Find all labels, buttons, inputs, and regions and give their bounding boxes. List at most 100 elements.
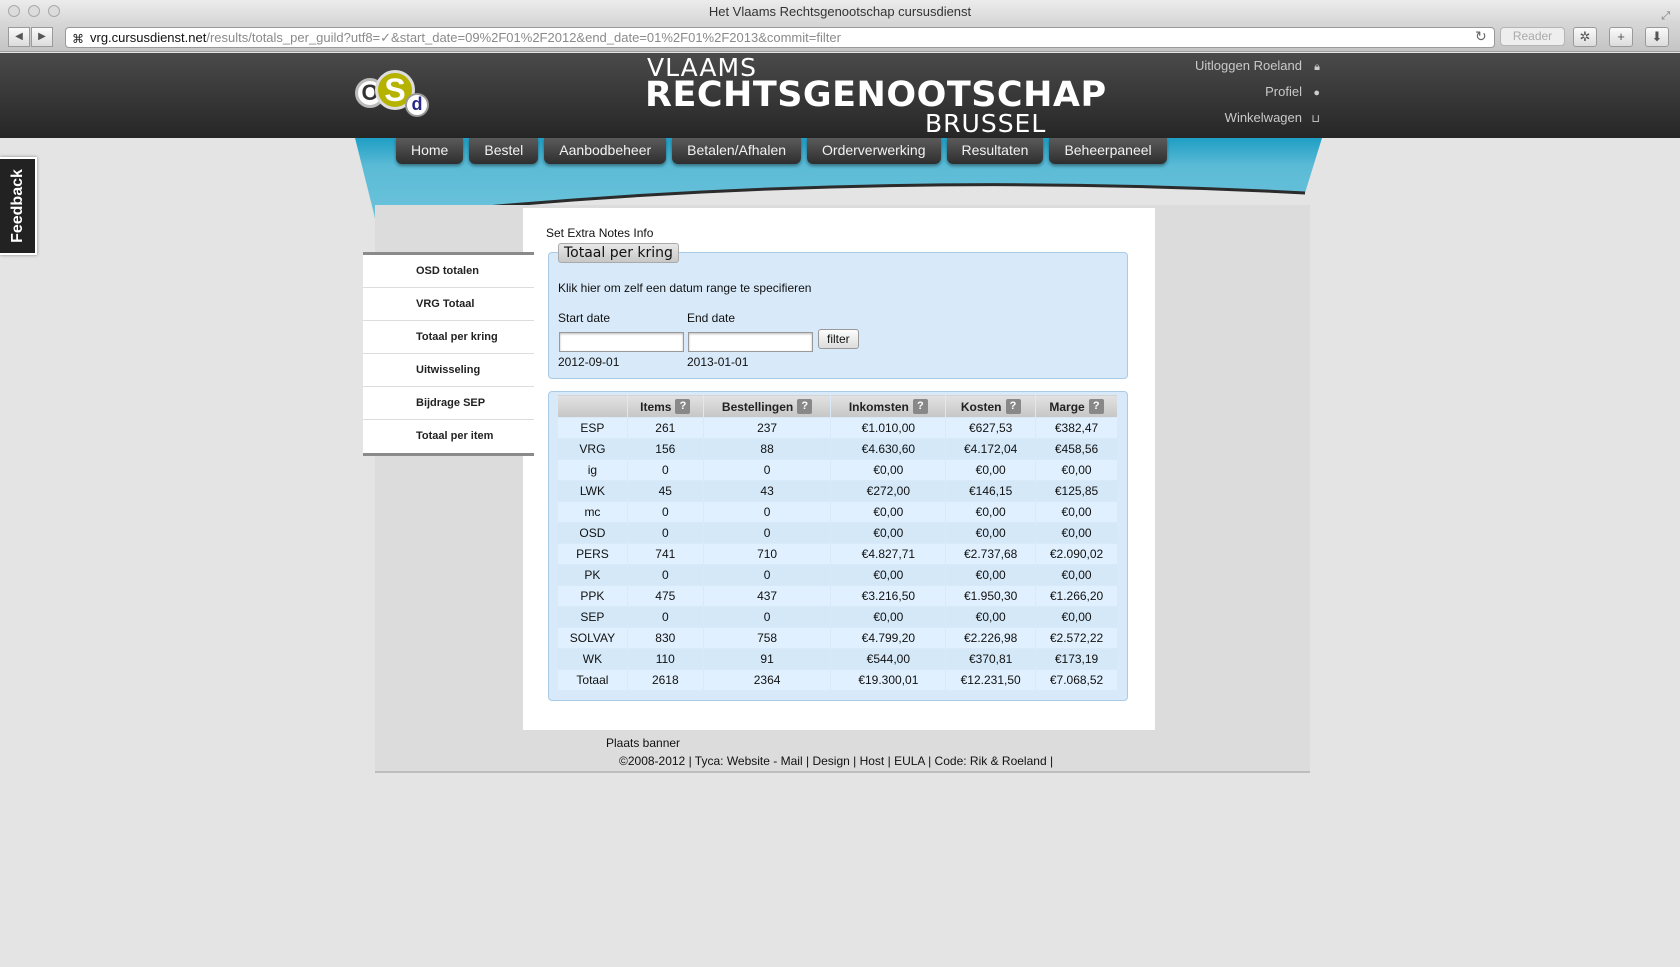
nav-tab-resultaten[interactable]: Resultaten bbox=[946, 138, 1044, 164]
side-item-totaal-per-kring[interactable]: Totaal per kring bbox=[363, 321, 534, 354]
feedback-label: Feedback bbox=[8, 169, 26, 243]
table-cell: WK bbox=[557, 648, 628, 670]
table-row: PPK 475 437 €3.216,50 €1.950,30 €1.266,20 bbox=[557, 585, 1118, 607]
table-cell: 0 bbox=[626, 459, 704, 481]
table-row: LWK 45 43 €272,00 €146,15 €125,85 bbox=[557, 480, 1118, 502]
extra-notes-link[interactable]: Set Extra Notes Info bbox=[546, 226, 653, 240]
table-cell: 0 bbox=[626, 522, 704, 544]
table-cell: 0 bbox=[702, 606, 832, 628]
side-item-vrg-totaal[interactable]: VRG Totaal bbox=[363, 288, 534, 321]
browser-toolbar: ◀ ▶ ⌘ vrg.cursusdienst.net/results/total… bbox=[0, 24, 1680, 52]
fieldset-legend: Totaal per kring bbox=[558, 243, 679, 263]
reload-icon[interactable]: ↻ bbox=[1475, 28, 1487, 45]
window-titlebar: Het Vlaams Rechtsgenootschap cursusdiens… bbox=[0, 0, 1680, 24]
osd-logo[interactable]: O S d bbox=[355, 68, 435, 123]
table-row: SOLVAY 830 758 €4.799,20 €2.226,98 €2.572,22 bbox=[557, 627, 1118, 649]
table-cell: €2.226,98 bbox=[945, 627, 1037, 649]
filter-button[interactable]: filter bbox=[818, 329, 859, 349]
footer-link-design[interactable]: Design bbox=[812, 754, 849, 768]
table-cell: 830 bbox=[626, 627, 704, 649]
side-item-bijdrage-sep[interactable]: Bijdrage SEP bbox=[363, 387, 534, 420]
table-cell: €2.572,22 bbox=[1035, 627, 1118, 649]
nav-tab-beheerpaneel[interactable]: Beheerpaneel bbox=[1049, 138, 1167, 164]
footer-link-website[interactable]: Website bbox=[727, 754, 770, 768]
cart-link[interactable]: Winkelwagen ⊔ bbox=[1225, 110, 1320, 125]
profile-link[interactable]: Profiel ● bbox=[1265, 84, 1320, 99]
footer-separator: - bbox=[769, 754, 781, 768]
feedback-tab[interactable]: Feedback bbox=[0, 157, 37, 255]
table-cell: €272,00 bbox=[830, 480, 947, 502]
table-cell: €0,00 bbox=[945, 606, 1037, 628]
table-row: WK 110 91 €544,00 €370,81 €173,19 bbox=[557, 648, 1118, 670]
table-cell: mc bbox=[557, 501, 628, 523]
forward-icon[interactable]: ▶ bbox=[31, 27, 53, 47]
table-cell: 741 bbox=[626, 543, 704, 565]
extension-icon[interactable]: ✲ bbox=[1573, 27, 1597, 47]
table-cell: €19.300,01 bbox=[830, 669, 947, 691]
table-cell: €0,00 bbox=[830, 564, 947, 586]
window-title: Het Vlaams Rechtsgenootschap cursusdiens… bbox=[708, 4, 972, 19]
start-date-input[interactable] bbox=[559, 332, 684, 352]
end-date-label: End date bbox=[687, 311, 736, 325]
table-header-row: Items? Bestellingen? Inkomsten? Kosten? … bbox=[557, 394, 1118, 418]
table-cell: €2.090,02 bbox=[1035, 543, 1118, 565]
nav-tab-orderverwerking[interactable]: Orderverwerking bbox=[807, 138, 941, 164]
table-cell: 0 bbox=[702, 501, 832, 523]
table-cell: 758 bbox=[702, 627, 832, 649]
footer-link-eula[interactable]: EULA bbox=[894, 754, 925, 768]
help-icon[interactable]: ? bbox=[675, 398, 691, 414]
downloads-icon[interactable]: ⬇ bbox=[1645, 27, 1669, 47]
nav-tab-aanbodbeheer[interactable]: Aanbodbeheer bbox=[544, 138, 667, 164]
table-cell: €0,00 bbox=[1035, 606, 1118, 628]
table-row: OSD 0 0 €0,00 €0,00 €0,00 bbox=[557, 522, 1118, 544]
table-row: ig 0 0 €0,00 €0,00 €0,00 bbox=[557, 459, 1118, 481]
table-cell: €0,00 bbox=[945, 522, 1037, 544]
new-tab-icon[interactable]: + bbox=[1609, 27, 1633, 47]
help-icon[interactable]: ? bbox=[797, 398, 813, 414]
nav-tab-betalen-afhalen[interactable]: Betalen/Afhalen bbox=[672, 138, 802, 164]
table-cell: 437 bbox=[702, 585, 832, 607]
cart-icon: ⊔ bbox=[1311, 113, 1320, 125]
logout-link[interactable]: Uitloggen Roeland 🔒︎ bbox=[1195, 58, 1320, 74]
table-cell: 43 bbox=[702, 480, 832, 502]
table-cell: €0,00 bbox=[945, 564, 1037, 586]
side-item-uitwisseling[interactable]: Uitwisseling bbox=[363, 354, 534, 387]
cart-label: Winkelwagen bbox=[1224, 110, 1302, 125]
table-cell: €4.630,60 bbox=[830, 438, 947, 460]
url-host: vrg.cursusdienst.net bbox=[90, 30, 207, 45]
column-header-kosten: Kosten? bbox=[945, 394, 1037, 418]
zoom-window-icon[interactable] bbox=[48, 5, 60, 17]
table-cell: 0 bbox=[626, 606, 704, 628]
close-window-icon[interactable] bbox=[8, 5, 20, 17]
footer-link-host[interactable]: Host bbox=[860, 754, 885, 768]
table-cell: €4.827,71 bbox=[830, 543, 947, 565]
table-cell: ESP bbox=[557, 417, 628, 439]
date-range-link[interactable]: Klik hier om zelf een datum range te spe… bbox=[558, 281, 811, 295]
end-date-input[interactable] bbox=[688, 332, 813, 352]
reader-button[interactable]: Reader bbox=[1500, 27, 1565, 46]
help-icon[interactable]: ? bbox=[912, 398, 928, 414]
help-icon[interactable]: ? bbox=[1005, 398, 1021, 414]
table-row: PERS 741 710 €4.827,71 €2.737,68 €2.090,02 bbox=[557, 543, 1118, 565]
table-cell: €544,00 bbox=[830, 648, 947, 670]
help-icon[interactable]: ? bbox=[1088, 398, 1104, 414]
nav-tab-bestel[interactable]: Bestel bbox=[469, 138, 539, 164]
side-item-totaal-per-item[interactable]: Totaal per item bbox=[363, 420, 534, 453]
logo-letter-d: d bbox=[405, 93, 429, 117]
table-cell: PK bbox=[557, 564, 628, 586]
table-cell: €1.266,20 bbox=[1035, 585, 1118, 607]
table-cell: €2.737,68 bbox=[945, 543, 1037, 565]
table-cell: 0 bbox=[702, 522, 832, 544]
table-cell: 2618 bbox=[626, 669, 704, 691]
table-cell: €0,00 bbox=[1035, 459, 1118, 481]
column-header-items-label: Items bbox=[640, 399, 672, 414]
table-cell: €0,00 bbox=[1035, 522, 1118, 544]
footer-link-mail[interactable]: Mail bbox=[781, 754, 803, 768]
lock-icon: 🔒︎ bbox=[1314, 61, 1320, 73]
nav-tab-home[interactable]: Home bbox=[396, 138, 464, 164]
address-bar[interactable]: ⌘ vrg.cursusdienst.net/results/totals_pe… bbox=[65, 27, 1495, 48]
side-item-osd-totalen[interactable]: OSD totalen bbox=[363, 255, 534, 288]
table-cell: SOLVAY bbox=[557, 627, 628, 649]
minimize-window-icon[interactable] bbox=[28, 5, 40, 17]
back-icon[interactable]: ◀ bbox=[8, 27, 30, 47]
